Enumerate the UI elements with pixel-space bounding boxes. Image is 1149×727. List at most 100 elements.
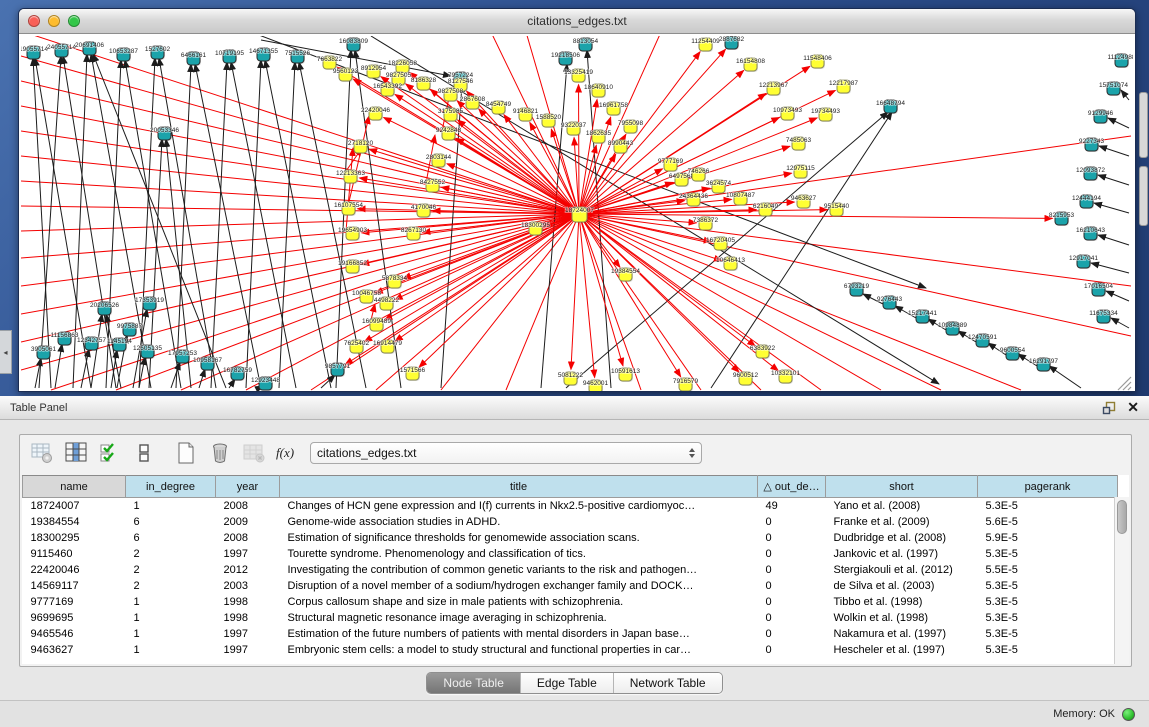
- table-cell[interactable]: 19384554: [23, 514, 126, 530]
- table-cell[interactable]: 5.3E-5: [978, 642, 1118, 658]
- table-cell[interactable]: 9115460: [23, 546, 126, 562]
- table-cell[interactable]: 9777169: [23, 594, 126, 610]
- graph-node[interactable]: 7916579: [673, 378, 699, 391]
- graph-node[interactable]: 11548406: [803, 55, 832, 69]
- table-cell[interactable]: 18300295: [23, 530, 126, 546]
- graph-node[interactable]: 12093872: [1076, 167, 1105, 181]
- table-row[interactable]: 946362711997Embryonic stem cells: a mode…: [23, 642, 1118, 658]
- table-cell[interactable]: 1997: [216, 546, 280, 562]
- table-cell[interactable]: Dudbridge et al. (2008): [826, 530, 978, 546]
- select-columns-icon[interactable]: [98, 441, 122, 465]
- table-cell[interactable]: 6: [126, 530, 216, 546]
- table-vertical-scrollbar[interactable]: [1114, 497, 1129, 664]
- graph-node[interactable]: 16914479: [373, 340, 402, 354]
- table-cell[interactable]: Changes of HCN gene expression and I(f) …: [280, 498, 758, 514]
- table-cell[interactable]: 9465546: [23, 626, 126, 642]
- table-cell[interactable]: 1998: [216, 610, 280, 626]
- table-cell[interactable]: Estimation of significance thresholds fo…: [280, 530, 758, 546]
- column-header-in_degree[interactable]: in_degree: [126, 476, 216, 498]
- table-cell[interactable]: 5.3E-5: [978, 594, 1118, 610]
- table-cell[interactable]: 0: [758, 610, 826, 626]
- graph-node[interactable]: 20691406: [75, 42, 104, 56]
- table-cell[interactable]: 0: [758, 530, 826, 546]
- table-cell[interactable]: 0: [758, 514, 826, 530]
- create-column-icon[interactable]: [174, 441, 198, 465]
- table-cell[interactable]: 2008: [216, 530, 280, 546]
- table-cell[interactable]: Corpus callosum shape and size in male p…: [280, 594, 758, 610]
- graph-node[interactable]: 11254409: [691, 38, 720, 52]
- tab-edge-table[interactable]: Edge Table: [520, 673, 613, 693]
- table-cell[interactable]: Embryonic stem cells: a model to study s…: [280, 642, 758, 658]
- show-columns-icon[interactable]: [64, 441, 88, 465]
- table-row[interactable]: 969969511998Structural magnetic resonanc…: [23, 610, 1118, 626]
- graph-node[interactable]: 9129946: [1088, 110, 1114, 124]
- graph-node[interactable]: 14671355: [249, 48, 278, 62]
- table-cell[interactable]: 9699695: [23, 610, 126, 626]
- float-panel-icon[interactable]: [1102, 401, 1117, 415]
- column-header-title[interactable]: title: [280, 476, 758, 498]
- table-cell[interactable]: Tibbo et al. (1998): [826, 594, 978, 610]
- table-cell[interactable]: Nakamura et al. (1997): [826, 626, 978, 642]
- graph-node[interactable]: 6497568: [669, 173, 695, 187]
- table-cell[interactable]: 0: [758, 578, 826, 594]
- graph-node[interactable]: 10646413: [716, 257, 745, 271]
- table-cell[interactable]: 2008: [216, 498, 280, 514]
- graph-node[interactable]: 8813054: [573, 38, 599, 52]
- table-cell[interactable]: Tourette syndrome. Phenomenology and cla…: [280, 546, 758, 562]
- table-cell[interactable]: 1998: [216, 594, 280, 610]
- graph-node[interactable]: 7515526: [285, 50, 311, 64]
- table-row[interactable]: 1938455462009Genome-wide association stu…: [23, 514, 1118, 530]
- table-cell[interactable]: Yano et al. (2008): [826, 498, 978, 514]
- graph-node[interactable]: 12917041: [1069, 255, 1098, 269]
- graph-node[interactable]: 19384554: [611, 268, 640, 282]
- table-cell[interactable]: 18724007: [23, 498, 126, 514]
- graph-node[interactable]: 16210643: [1076, 227, 1105, 241]
- graph-node[interactable]: 16648794: [876, 100, 905, 114]
- graph-node[interactable]: 16083809: [339, 38, 368, 52]
- graph-node[interactable]: 19055714: [21, 46, 48, 60]
- table-cell[interactable]: 5.3E-5: [978, 498, 1118, 514]
- graph-node[interactable]: 9322037: [561, 122, 587, 136]
- graph-node[interactable]: 12342757: [77, 337, 106, 351]
- table-mode-icon[interactable]: [30, 441, 54, 465]
- table-cell[interactable]: Genome-wide association studies in ADHD.: [280, 514, 758, 530]
- table-row[interactable]: 1456911722003Disruption of a novel membe…: [23, 578, 1118, 594]
- table-row[interactable]: 1830029562008Estimation of significance …: [23, 530, 1118, 546]
- graph-node[interactable]: 12923448: [251, 377, 280, 391]
- table-cell[interactable]: 2: [126, 562, 216, 578]
- graph-node[interactable]: 16099489: [362, 318, 391, 332]
- table-cell[interactable]: Stergiakouli et al. (2012): [826, 562, 978, 578]
- table-row[interactable]: 911546021997Tourette syndrome. Phenomeno…: [23, 546, 1118, 562]
- graph-node[interactable]: 9462001: [583, 380, 609, 391]
- table-cell[interactable]: 0: [758, 626, 826, 642]
- table-cell[interactable]: Hescheler et al. (1997): [826, 642, 978, 658]
- delete-table-icon[interactable]: [242, 441, 266, 465]
- column-header-name[interactable]: name: [23, 476, 126, 498]
- table-cell[interactable]: de Silva et al. (2003): [826, 578, 978, 594]
- table-cell[interactable]: 1: [126, 642, 216, 658]
- table-cell[interactable]: 5.3E-5: [978, 546, 1118, 562]
- graph-node[interactable]: 16782759: [223, 367, 252, 381]
- delete-column-icon[interactable]: [208, 441, 232, 465]
- column-header-short[interactable]: short: [826, 476, 978, 498]
- table-row[interactable]: 977716911998Corpus callosum shape and si…: [23, 594, 1118, 610]
- graph-node[interactable]: 1588520: [536, 114, 562, 128]
- maximize-window-button[interactable]: [68, 15, 80, 27]
- graph-node[interactable]: 1571566: [400, 367, 426, 381]
- table-row[interactable]: 946554611997Estimation of the future num…: [23, 626, 1118, 642]
- table-cell[interactable]: 5.3E-5: [978, 610, 1118, 626]
- minimize-window-button[interactable]: [48, 15, 60, 27]
- graph-node[interactable]: 8186328: [411, 77, 437, 91]
- graph-node[interactable]: 8912954: [361, 65, 387, 79]
- table-cell[interactable]: Jankovic et al. (1997): [826, 546, 978, 562]
- graph-node[interactable]: 20053346: [150, 127, 179, 141]
- table-cell[interactable]: 5.5E-5: [978, 562, 1118, 578]
- table-cell[interactable]: 2: [126, 578, 216, 594]
- graph-node[interactable]: 10653287: [109, 48, 138, 62]
- table-cell[interactable]: Wolkin et al. (1998): [826, 610, 978, 626]
- graph-node[interactable]: 2718120: [348, 140, 374, 154]
- graph-node[interactable]: 19218506: [551, 52, 580, 66]
- table-cell[interactable]: Estimation of the future numbers of pati…: [280, 626, 758, 642]
- graph-node[interactable]: 1527602: [145, 46, 171, 60]
- table-select-dropdown[interactable]: citations_edges.txt: [310, 442, 702, 464]
